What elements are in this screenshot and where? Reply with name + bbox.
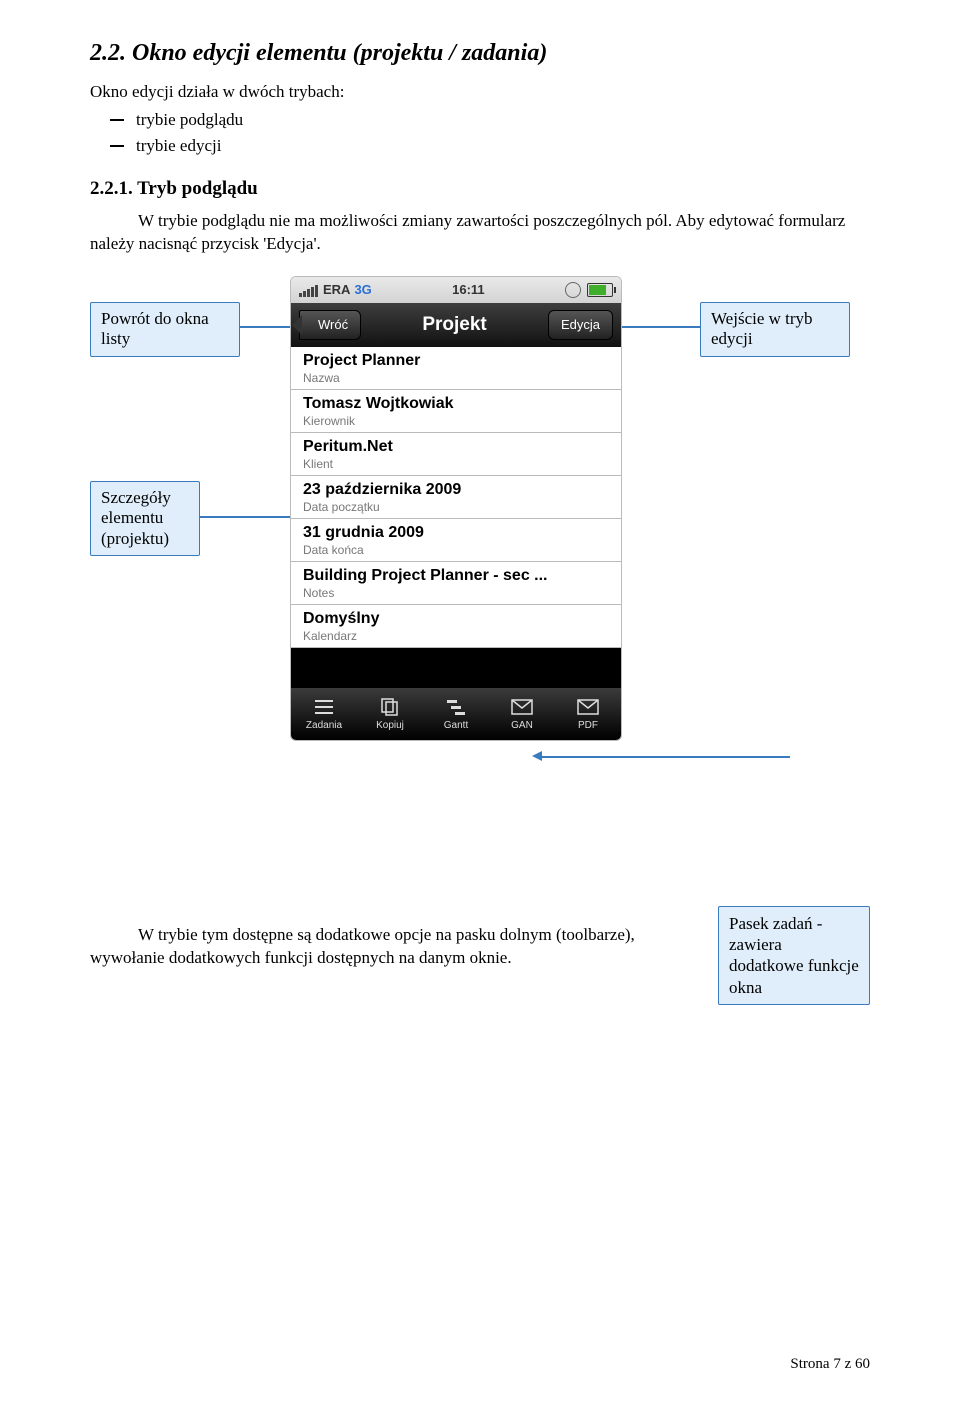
intro-text: Okno edycji działa w dwóch trybach:	[90, 81, 870, 104]
envelope-icon	[558, 696, 618, 718]
table-row[interactable]: Peritum.Net Klient	[291, 433, 621, 476]
row-label: Klient	[303, 457, 609, 471]
subsection-paragraph: W trybie podglądu nie ma możliwości zmia…	[90, 210, 870, 256]
row-label: Kierownik	[303, 414, 609, 428]
subsection-number: 2.2.1.	[90, 178, 133, 199]
toolbar-label: Zadania	[306, 720, 342, 731]
row-label: Data końca	[303, 543, 609, 557]
row-value: Peritum.Net	[303, 438, 609, 456]
toolbar-label: GAN	[511, 720, 533, 731]
row-value: 23 października 2009	[303, 481, 609, 499]
row-value: Domyślny	[303, 610, 609, 628]
callout-text: Powrót do okna listy	[101, 309, 209, 348]
bullet-dash-icon	[110, 119, 124, 121]
callout-text: Pasek zadań - zawiera dodatkowe funkcje …	[729, 914, 859, 997]
page-footer: Strona 7 z 60	[790, 1356, 870, 1373]
callout-text: Szczegóły elementu (projektu)	[101, 488, 171, 548]
callout-element-details: Szczegóły elementu (projektu)	[90, 481, 200, 556]
callout-toolbar: Pasek zadań - zawiera dodatkowe funkcje …	[718, 906, 870, 1005]
bottom-paragraph: W trybie tym dostępne są dodatkowe opcje…	[90, 924, 650, 970]
list-item-label: trybie edycji	[136, 136, 221, 156]
edit-button[interactable]: Edycja	[548, 310, 613, 340]
edit-button-label: Edycja	[561, 317, 600, 332]
envelope-icon	[492, 696, 552, 718]
diagram: Powrót do okna listy Wejście w tryb edyc…	[90, 276, 870, 896]
table-row[interactable]: Domyślny Kalendarz	[291, 605, 621, 648]
table-row[interactable]: Building Project Planner - sec ... Notes	[291, 562, 621, 605]
nav-title: Projekt	[422, 314, 486, 336]
connector-line	[540, 756, 790, 758]
section-number: 2.2.	[90, 40, 126, 66]
row-value: Tomasz Wojtkowiak	[303, 395, 609, 413]
carrier-label: ERA	[323, 282, 350, 297]
callout-enter-edit: Wejście w tryb edycji	[700, 302, 850, 357]
row-label: Data początku	[303, 500, 609, 514]
toolbar: Zadania Kopiuj Gantt	[291, 688, 621, 740]
toolbar-pdf[interactable]: PDF	[558, 696, 618, 731]
back-button-label: Wróć	[318, 317, 348, 332]
phone-screenshot: ERA 3G 16:11 Wróć Projekt Edycja	[290, 276, 622, 741]
list-item-label: trybie podglądu	[136, 110, 243, 130]
status-bar: ERA 3G 16:11	[291, 277, 621, 303]
list-item: trybie podglądu	[110, 110, 870, 130]
connector-line	[610, 326, 700, 328]
list-lines-icon	[294, 696, 354, 718]
callout-back-to-list: Powrót do okna listy	[90, 302, 240, 357]
row-value: Project Planner	[303, 352, 609, 370]
gantt-icon	[426, 696, 486, 718]
toolbar-gantt[interactable]: Gantt	[426, 696, 486, 731]
copy-icon	[360, 696, 420, 718]
connector-line	[200, 516, 295, 518]
row-value: Building Project Planner - sec ...	[303, 567, 609, 585]
phone-spacer	[291, 648, 621, 688]
details-list: Project Planner Nazwa Tomasz Wojtkowiak …	[291, 347, 621, 648]
network-label: 3G	[354, 282, 371, 297]
arrow-icon	[532, 751, 542, 761]
toolbar-gan[interactable]: GAN	[492, 696, 552, 731]
battery-icon	[587, 283, 613, 297]
subsection-heading: 2.2.1. Tryb podglądu	[90, 178, 870, 200]
toolbar-label: Kopiuj	[376, 720, 404, 731]
toolbar-tasks[interactable]: Zadania	[294, 696, 354, 731]
bullet-dash-icon	[110, 145, 124, 147]
back-button[interactable]: Wróć	[299, 310, 361, 340]
table-row[interactable]: 31 grudnia 2009 Data końca	[291, 519, 621, 562]
row-label: Notes	[303, 586, 609, 600]
section-heading: 2.2. Okno edycji elementu (projektu / za…	[90, 40, 870, 67]
toolbar-copy[interactable]: Kopiuj	[360, 696, 420, 731]
callout-text: Wejście w tryb edycji	[711, 309, 813, 348]
row-label: Nazwa	[303, 371, 609, 385]
status-indicator-icon	[565, 282, 581, 298]
row-label: Kalendarz	[303, 629, 609, 643]
row-value: 31 grudnia 2009	[303, 524, 609, 542]
toolbar-label: PDF	[578, 720, 598, 731]
toolbar-label: Gantt	[444, 720, 468, 731]
navigation-bar: Wróć Projekt Edycja	[291, 303, 621, 347]
table-row[interactable]: Tomasz Wojtkowiak Kierownik	[291, 390, 621, 433]
section-title-text: Okno edycji elementu (projektu / zadania…	[132, 40, 547, 66]
list-item: trybie edycji	[110, 136, 870, 156]
connector-line	[240, 326, 295, 328]
signal-bars-icon	[299, 282, 319, 297]
table-row[interactable]: 23 października 2009 Data początku	[291, 476, 621, 519]
table-row[interactable]: Project Planner Nazwa	[291, 347, 621, 390]
subsection-title-text: Tryb podglądu	[137, 178, 258, 199]
clock: 16:11	[452, 282, 485, 297]
